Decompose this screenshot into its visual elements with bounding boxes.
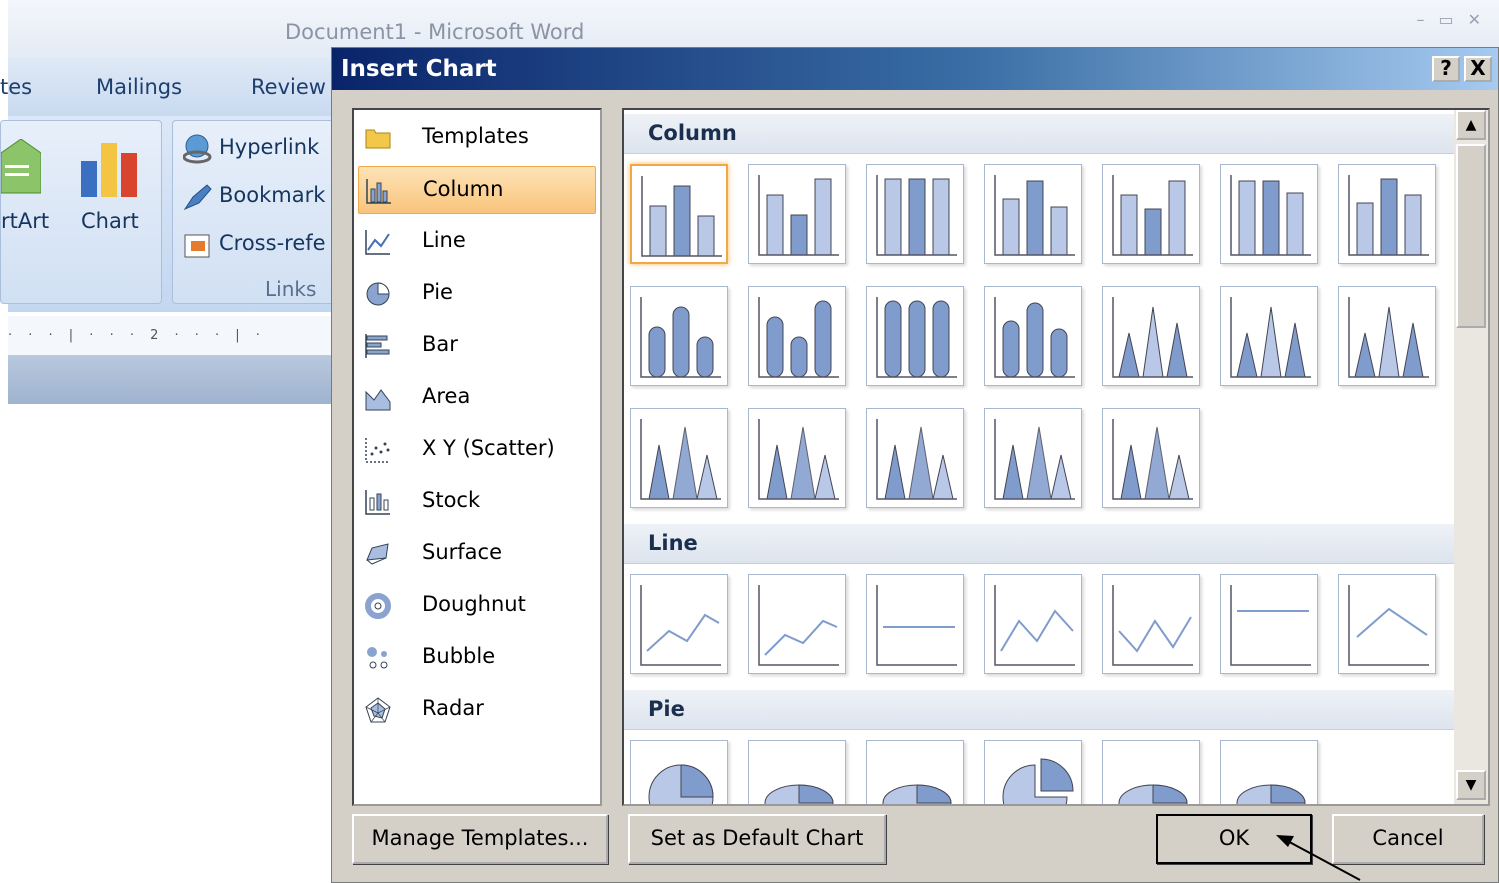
pointer-arrow: [1276, 835, 1361, 881]
